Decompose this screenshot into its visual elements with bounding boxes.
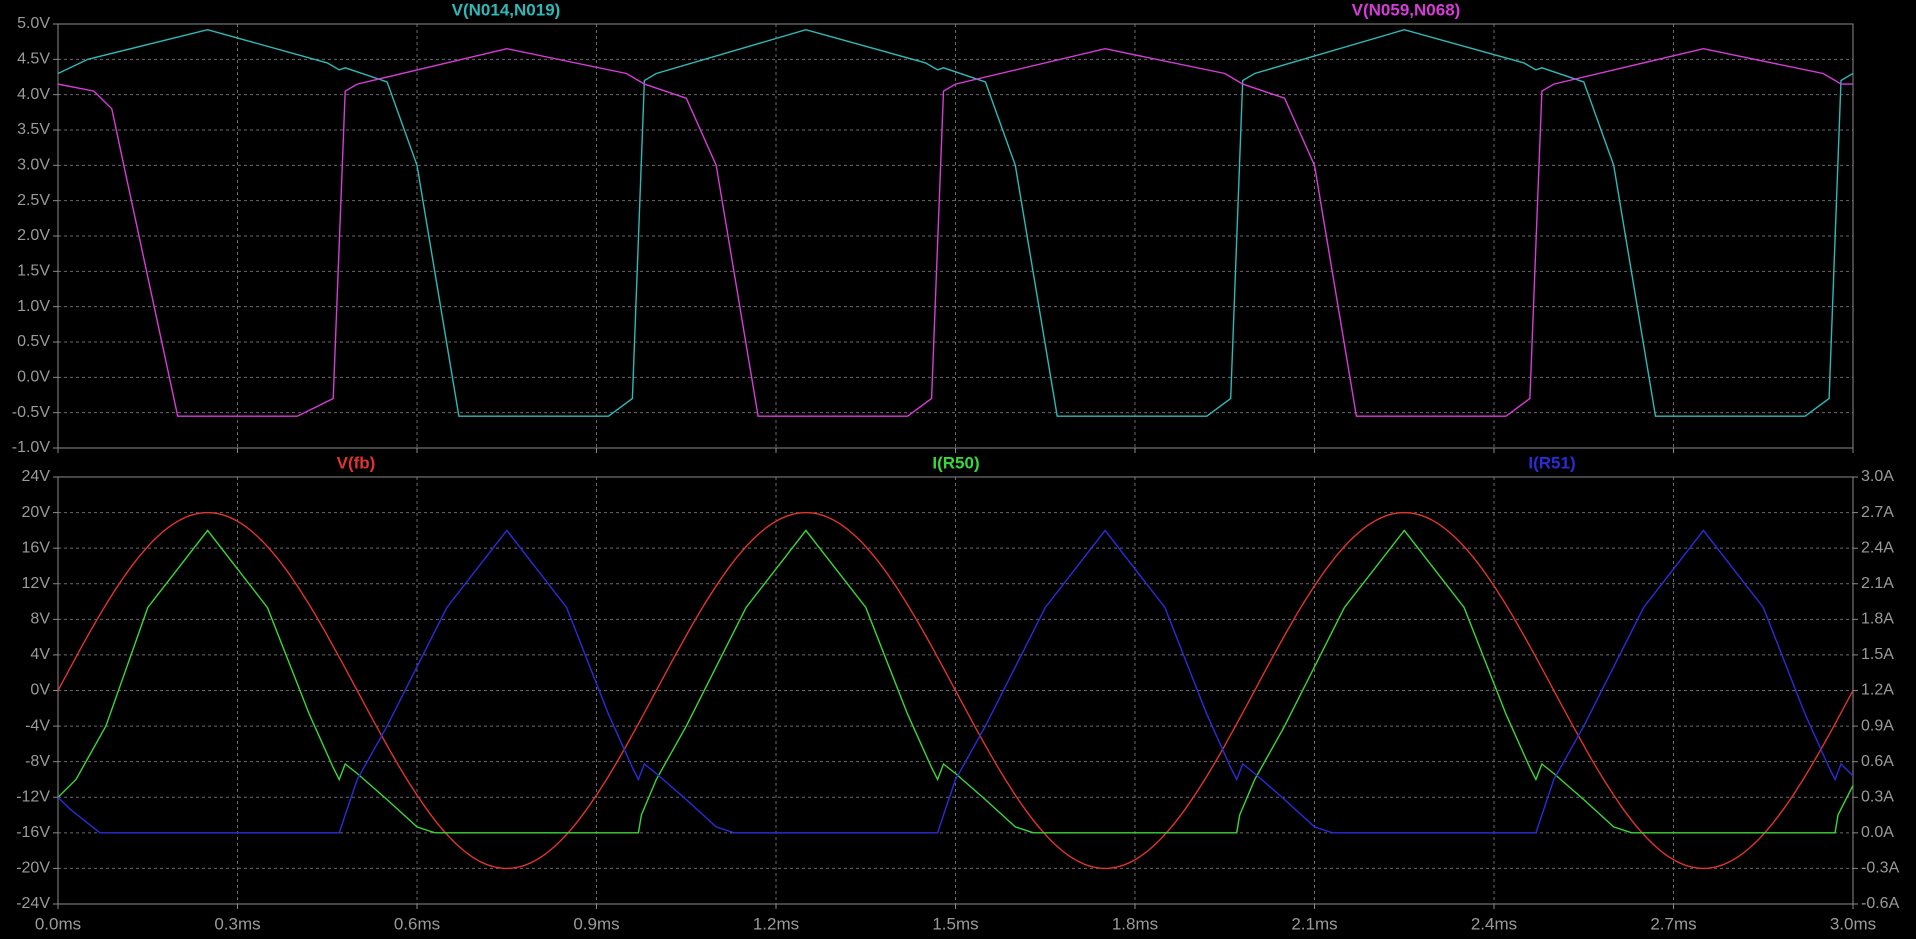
top-ytick-label: 2.0V: [17, 227, 50, 244]
xtick-label: 0.9ms: [573, 914, 619, 933]
bottom-ytick-label: 12V: [22, 575, 51, 592]
top-ytick-label: 4.0V: [17, 86, 50, 103]
bottom-y2tick-label: 2.7A: [1861, 504, 1894, 521]
bottom-ytick-label: 24V: [22, 468, 51, 485]
bottom-ytick-label: 20V: [22, 504, 51, 521]
top-ytick-label: 1.0V: [17, 298, 50, 315]
top-ytick-label: 4.5V: [17, 51, 50, 68]
xtick-label: 2.7ms: [1650, 914, 1696, 933]
top-ytick-label: 1.5V: [17, 263, 50, 280]
top-ytick-label: 0.0V: [17, 369, 50, 386]
bottom-y2tick-label: 0.0A: [1861, 824, 1894, 841]
bottom-ytick-label: -20V: [16, 860, 50, 877]
xtick-label: 2.4ms: [1471, 914, 1517, 933]
top-ytick-label: -1.0V: [12, 439, 51, 456]
bottom-y2tick-label: 1.8A: [1861, 611, 1894, 628]
bottom-y2tick-label: 2.4A: [1861, 539, 1894, 556]
bottom-y2tick-label: 0.3A: [1861, 788, 1894, 805]
legend-bottom-0: V(fb): [337, 453, 376, 472]
bottom-y2tick-label: 0.9A: [1861, 717, 1894, 734]
bottom-y2tick-label: 1.5A: [1861, 646, 1894, 663]
xtick-label: 0.0ms: [35, 914, 81, 933]
bottom-ytick-label: 0V: [30, 682, 50, 699]
legend-bottom-1: I(R50): [932, 453, 979, 472]
top-ytick-label: 2.5V: [17, 192, 50, 209]
xtick-label: 3.0ms: [1830, 914, 1876, 933]
bottom-y2tick-label: 0.6A: [1861, 753, 1894, 770]
bottom-ytick-label: 4V: [30, 646, 50, 663]
xtick-label: 1.8ms: [1112, 914, 1158, 933]
bottom-y2tick-label: -0.3A: [1861, 860, 1900, 877]
top-ytick-label: 3.5V: [17, 121, 50, 138]
top-ytick-label: 0.5V: [17, 333, 50, 350]
bottom-y2tick-label: 3.0A: [1861, 468, 1894, 485]
bottom-ytick-label: -24V: [16, 895, 50, 912]
xtick-label: 1.2ms: [753, 914, 799, 933]
top-ytick-label: 5.0V: [17, 15, 50, 32]
legend-bottom-2: I(R51): [1528, 453, 1575, 472]
legend-top-0: V(N014,N019): [452, 0, 561, 19]
bottom-y2tick-label: -0.6A: [1861, 895, 1900, 912]
bottom-y2tick-label: 1.2A: [1861, 682, 1894, 699]
bottom-ytick-label: 8V: [30, 611, 50, 628]
xtick-label: 2.1ms: [1291, 914, 1337, 933]
xtick-label: 0.3ms: [214, 914, 260, 933]
bottom-ytick-label: -16V: [16, 824, 50, 841]
xtick-label: 0.6ms: [394, 914, 440, 933]
bottom-ytick-label: 16V: [22, 539, 51, 556]
xtick-label: 1.5ms: [932, 914, 978, 933]
top-ytick-label: 3.0V: [17, 157, 50, 174]
legend-top-1: V(N059,N068): [1352, 0, 1461, 19]
bottom-ytick-label: -12V: [16, 788, 50, 805]
bottom-ytick-label: -4V: [25, 717, 50, 734]
top-ytick-label: -0.5V: [12, 404, 51, 421]
bottom-y2tick-label: 2.1A: [1861, 575, 1894, 592]
waveform-viewer: -1.0V -0.5V 0.0V 0.5V 1.0V 1.5V 2.0V 2.5V 3.0V 3.…: [0, 0, 1916, 939]
bottom-ytick-label: -8V: [25, 753, 50, 770]
